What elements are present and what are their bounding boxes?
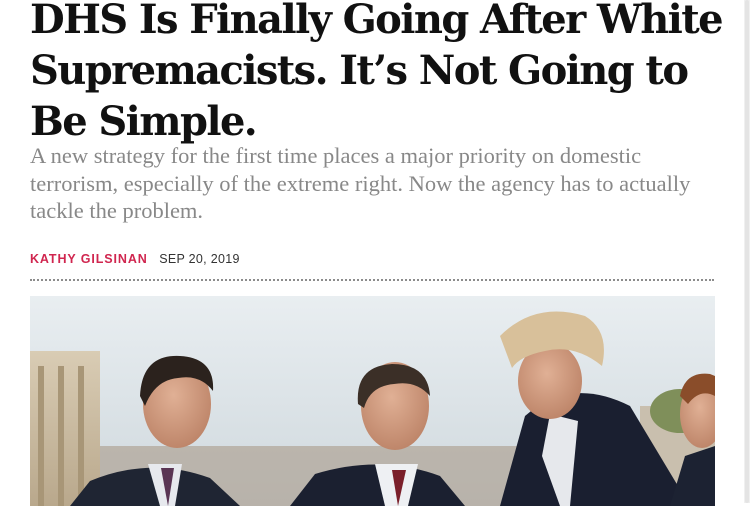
author-link[interactable]: KATHY GILSINAN bbox=[30, 252, 148, 266]
byline: KATHY GILSINAN SEP 20, 2019 bbox=[30, 251, 240, 267]
publish-date: SEP 20, 2019 bbox=[159, 252, 240, 266]
page-scrollbar[interactable] bbox=[744, 0, 750, 503]
scrollbar-thumb[interactable] bbox=[745, 0, 749, 503]
byline-divider bbox=[30, 279, 714, 281]
article-headline: DHS Is Finally Going After White Suprema… bbox=[30, 0, 724, 145]
article-photo bbox=[30, 296, 715, 506]
article-dek: A new strategy for the first time places… bbox=[30, 143, 691, 223]
